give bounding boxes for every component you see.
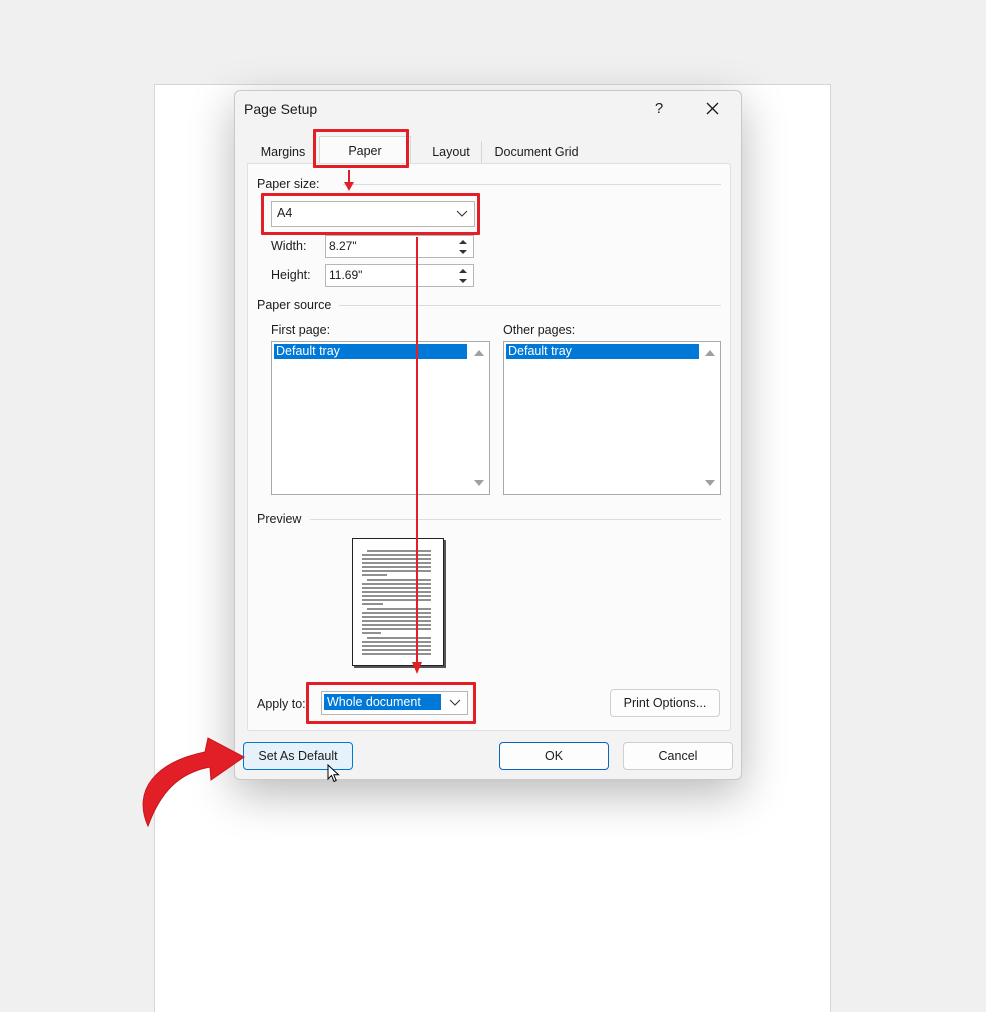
apply-to-label: Apply to: [257, 697, 306, 711]
cancel-button[interactable]: Cancel [623, 742, 733, 770]
paper-tab-panel: Paper size: A4 Width: 8.27" Height: 11.6… [247, 163, 731, 731]
first-page-listbox[interactable]: Default tray [271, 341, 490, 495]
tab-paper[interactable]: Paper [319, 136, 411, 164]
list-item-selected[interactable]: Default tray [506, 344, 699, 359]
scroll-down-icon[interactable] [473, 478, 485, 488]
paper-size-group-line [343, 184, 721, 185]
help-button[interactable]: ? [649, 98, 669, 120]
scroll-up-icon[interactable] [704, 348, 716, 358]
list-item-selected[interactable]: Default tray [274, 344, 467, 359]
apply-to-value: Whole document [324, 694, 441, 710]
scroll-down-icon[interactable] [704, 478, 716, 488]
chevron-down-icon[interactable] [454, 205, 470, 221]
width-spinner[interactable]: 8.27" [325, 235, 474, 258]
width-label: Width: [271, 239, 307, 253]
other-pages-label: Other pages: [503, 323, 576, 337]
chevron-down-icon[interactable] [447, 694, 463, 710]
paper-size-label: Paper size: [257, 177, 320, 191]
ok-button[interactable]: OK [499, 742, 609, 770]
preview-group-line [310, 519, 721, 520]
page-setup-dialog: Page Setup ? Margins Paper Layout Docume… [234, 90, 742, 783]
scroll-up-icon[interactable] [473, 348, 485, 358]
tab-margins[interactable]: Margins [247, 141, 319, 163]
print-options-button[interactable]: Print Options... [610, 689, 720, 717]
paper-size-value: A4 [277, 206, 293, 220]
mouse-cursor-icon [327, 764, 340, 783]
apply-to-dropdown[interactable]: Whole document [321, 691, 468, 715]
spin-up-icon[interactable] [454, 237, 472, 247]
preview-label: Preview [257, 512, 302, 526]
other-pages-listbox[interactable]: Default tray [503, 341, 721, 495]
page-preview-thumbnail [352, 538, 444, 666]
close-button[interactable] [699, 98, 727, 120]
width-value: 8.27" [329, 239, 357, 253]
tab-layout[interactable]: Layout [411, 141, 491, 163]
preview-text-lines-icon [362, 550, 431, 655]
spin-up-icon[interactable] [454, 266, 472, 276]
height-spinner[interactable]: 11.69" [325, 264, 474, 287]
spin-down-icon[interactable] [454, 247, 472, 257]
height-label: Height: [271, 268, 311, 282]
spin-down-icon[interactable] [454, 276, 472, 286]
tab-document-grid[interactable]: Document Grid [481, 141, 591, 163]
paper-size-dropdown[interactable]: A4 [271, 201, 475, 227]
close-icon [706, 102, 719, 115]
first-page-label: First page: [271, 323, 331, 337]
dialog-title: Page Setup [244, 101, 318, 117]
paper-source-label: Paper source [257, 298, 332, 312]
height-value: 11.69" [329, 268, 363, 282]
paper-source-group-line [339, 305, 721, 306]
